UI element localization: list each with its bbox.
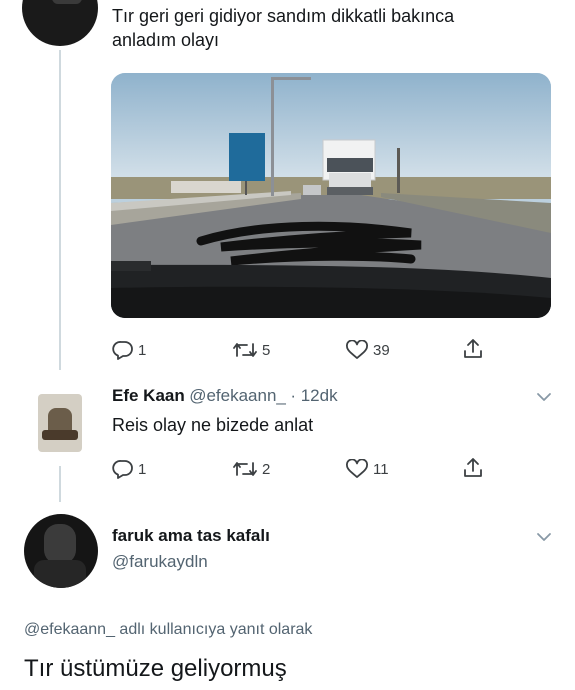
reply-count: 1: [138, 460, 147, 478]
tweet-text: Tır üstümüze geliyormuş: [24, 655, 287, 682]
user-handle[interactable]: @farukaydln: [112, 552, 208, 572]
tweet-photo[interactable]: [111, 73, 551, 318]
share-icon: [464, 458, 482, 477]
chevron-down-icon[interactable]: [536, 530, 552, 548]
reply-button[interactable]: 1: [112, 340, 146, 360]
road-photo-illustration: [111, 73, 551, 318]
tweet-text-line: anladım olayı: [112, 30, 220, 50]
road-sign: [229, 133, 265, 181]
reply-button[interactable]: 1: [112, 459, 146, 479]
retweet-count: 5: [262, 341, 271, 359]
retweet-button[interactable]: 5: [232, 340, 270, 360]
share-button[interactable]: [462, 338, 484, 360]
avatar[interactable]: [38, 394, 82, 452]
reply-to-label[interactable]: @efekaann_ adlı kullanıcıya yanıt olarak: [24, 621, 312, 639]
share-icon: [464, 339, 482, 358]
tweet-text: Reis olay ne bizede anlat: [112, 415, 314, 435]
thread-line: [59, 466, 61, 502]
like-count: 11: [373, 460, 389, 478]
chevron-down-icon[interactable]: [536, 390, 552, 408]
like-count: 39: [373, 341, 390, 359]
display-name[interactable]: Efe Kaan: [112, 386, 185, 405]
tweet-text: Tır geri geri gidiyor sandım dikkatli ba…: [112, 4, 552, 52]
like-button[interactable]: 11: [345, 459, 389, 479]
display-name[interactable]: faruk ama tas kafalı: [112, 526, 270, 546]
reply-icon: [112, 460, 133, 479]
timestamp[interactable]: · 12dk: [290, 386, 337, 405]
heart-icon: [346, 340, 368, 359]
tweet-text-line: Tır geri geri gidiyor sandım dikkatli ba…: [112, 6, 455, 26]
reply-header: Efe Kaan @efekaann_ · 12dk: [112, 386, 532, 406]
retweet-icon: [233, 462, 257, 476]
like-button[interactable]: 39: [345, 340, 390, 360]
thread-line: [59, 50, 61, 370]
avatar[interactable]: [22, 0, 98, 46]
avatar[interactable]: [24, 514, 98, 588]
reply-icon: [112, 341, 133, 360]
share-button[interactable]: [462, 457, 484, 479]
retweet-button[interactable]: 2: [232, 459, 270, 479]
retweet-icon: [233, 343, 257, 357]
reply-count: 1: [138, 341, 147, 359]
retweet-count: 2: [262, 460, 271, 478]
user-handle[interactable]: @efekaann_: [189, 386, 286, 405]
heart-icon: [346, 459, 368, 478]
